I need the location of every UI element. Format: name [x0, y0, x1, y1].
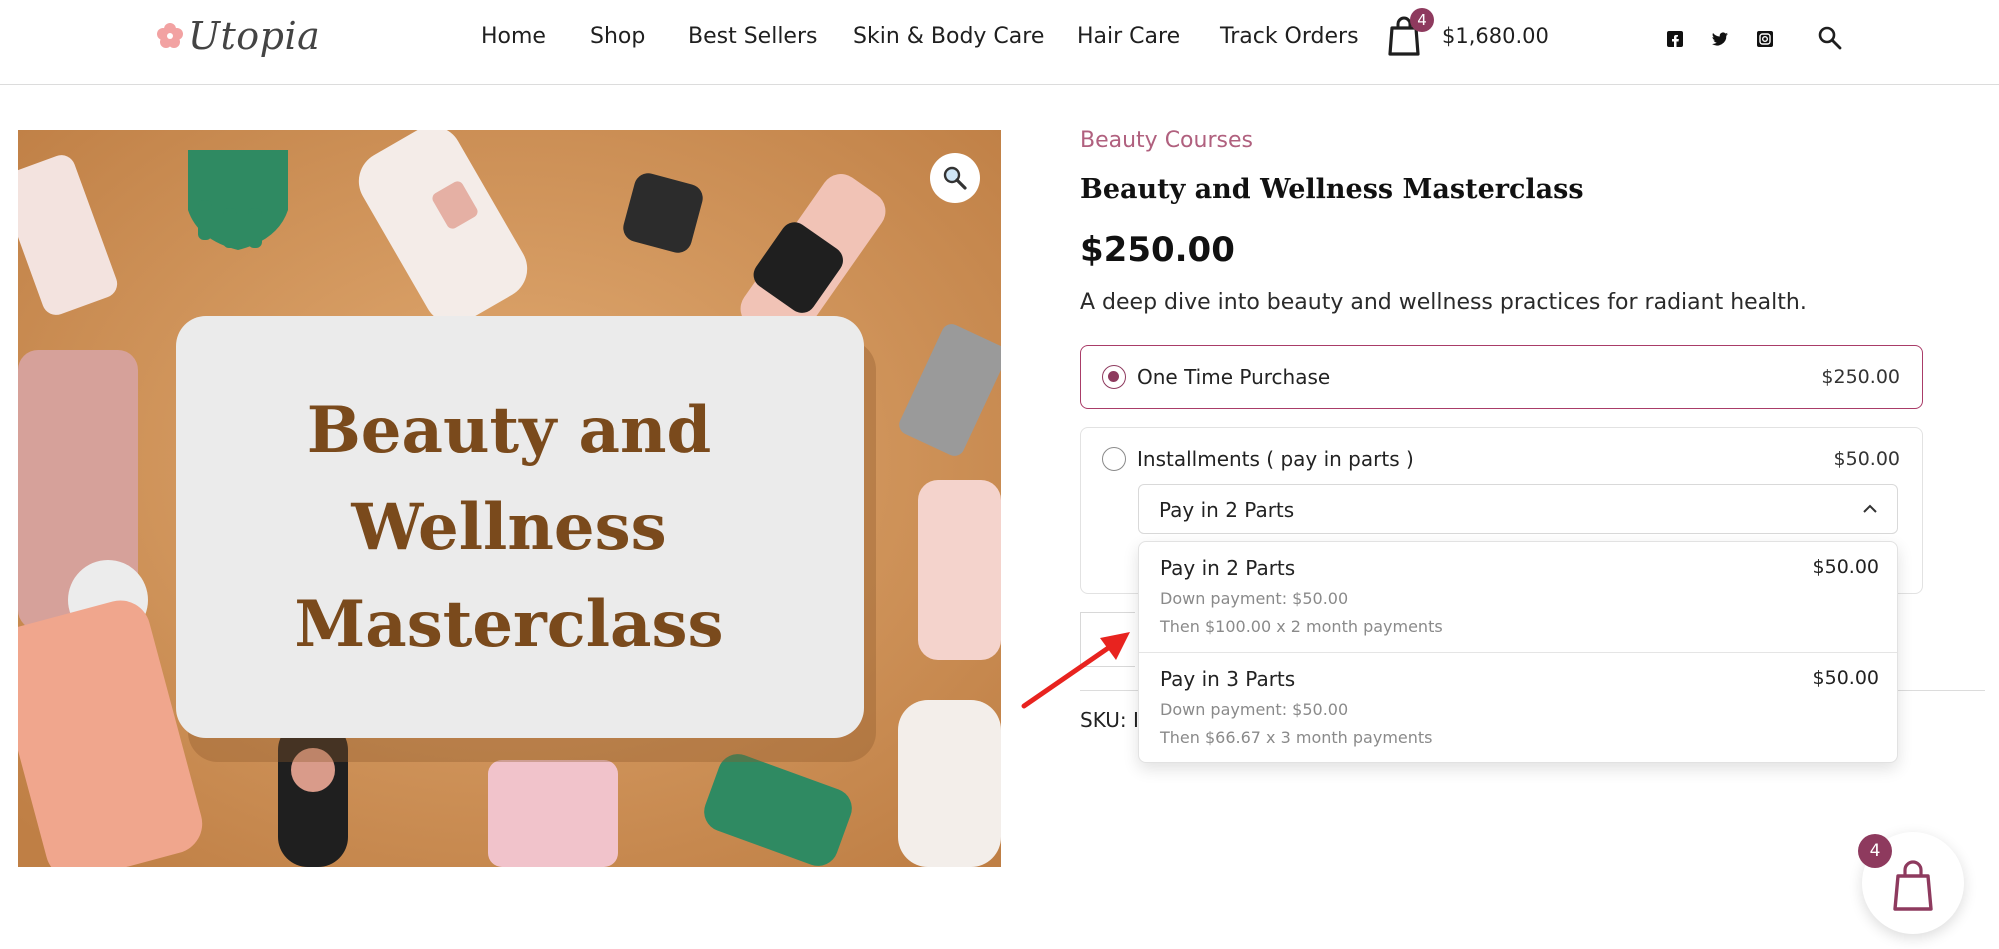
site-logo[interactable]: Utopia	[156, 14, 320, 58]
one-time-label: One Time Purchase	[1137, 365, 1331, 389]
plan-option-schedule: Then $100.00 x 2 month payments	[1160, 617, 1443, 636]
nav-item-hair-care[interactable]: Hair Care	[1077, 24, 1180, 49]
annotation-arrow-icon	[1021, 632, 1130, 709]
one-time-price: $250.00	[1821, 366, 1900, 388]
zoom-button[interactable]	[930, 153, 980, 203]
installment-plan-select[interactable]: Pay in 2 Parts	[1138, 484, 1898, 534]
plan-option-price: $50.00	[1812, 667, 1879, 689]
nav-item-best-sellers[interactable]: Best Sellers	[688, 24, 817, 49]
installments-label: Installments ( pay in parts )	[1137, 447, 1414, 471]
product-title: Beauty and Wellness Masterclass	[1080, 174, 1584, 205]
one-time-radio[interactable]	[1102, 365, 1126, 389]
installments-radio[interactable]	[1102, 447, 1126, 471]
one-time-purchase-option[interactable]: One Time Purchase $250.00	[1080, 345, 1923, 409]
chevron-up-icon	[1863, 504, 1877, 513]
search-icon[interactable]	[1816, 24, 1844, 52]
facebook-icon[interactable]	[1666, 30, 1684, 48]
cart-total[interactable]: $1,680.00	[1442, 24, 1549, 48]
installment-plan-value: Pay in 2 Parts	[1159, 498, 1295, 522]
installment-plan-dropdown: Pay in 2 Parts $50.00 Down payment: $50.…	[1138, 541, 1898, 763]
site-logo-text: Utopia	[188, 14, 321, 58]
plan-option-2-parts[interactable]: Pay in 2 Parts $50.00 Down payment: $50.…	[1139, 542, 1897, 652]
cart-count-badge: 4	[1410, 8, 1434, 32]
plan-option-3-parts[interactable]: Pay in 3 Parts $50.00 Down payment: $50.…	[1139, 652, 1897, 762]
plan-option-name: Pay in 2 Parts	[1160, 556, 1296, 580]
product-image[interactable]: Beauty and Wellness Masterclass	[18, 130, 1001, 867]
plan-option-price: $50.00	[1812, 556, 1879, 578]
plan-option-down-payment: Down payment: $50.00	[1160, 700, 1349, 719]
plan-option-schedule: Then $66.67 x 3 month payments	[1160, 728, 1433, 747]
twitter-icon[interactable]	[1711, 30, 1729, 48]
nav-item-skin-body-care[interactable]: Skin & Body Care	[853, 24, 1044, 49]
instagram-icon[interactable]	[1756, 30, 1774, 48]
product-category-link[interactable]: Beauty Courses	[1080, 128, 1253, 153]
flower-icon	[157, 23, 183, 48]
installments-price: $50.00	[1833, 448, 1900, 470]
plan-option-down-payment: Down payment: $50.00	[1160, 589, 1349, 608]
plan-option-name: Pay in 3 Parts	[1160, 667, 1296, 691]
nav-item-shop[interactable]: Shop	[590, 24, 645, 49]
nav-item-track-orders[interactable]: Track Orders	[1220, 24, 1359, 49]
site-header: Utopia Home Shop Best Sellers Skin & Bod…	[0, 0, 1999, 85]
floating-cart-count-badge: 4	[1858, 834, 1892, 868]
product-price: $250.00	[1080, 230, 1235, 270]
nav-item-home[interactable]: Home	[481, 24, 546, 49]
product-description: A deep dive into beauty and wellness pra…	[1080, 290, 1807, 315]
image-card-title: Beauty and Wellness Masterclass	[294, 393, 724, 662]
magnifier-icon	[943, 166, 967, 190]
